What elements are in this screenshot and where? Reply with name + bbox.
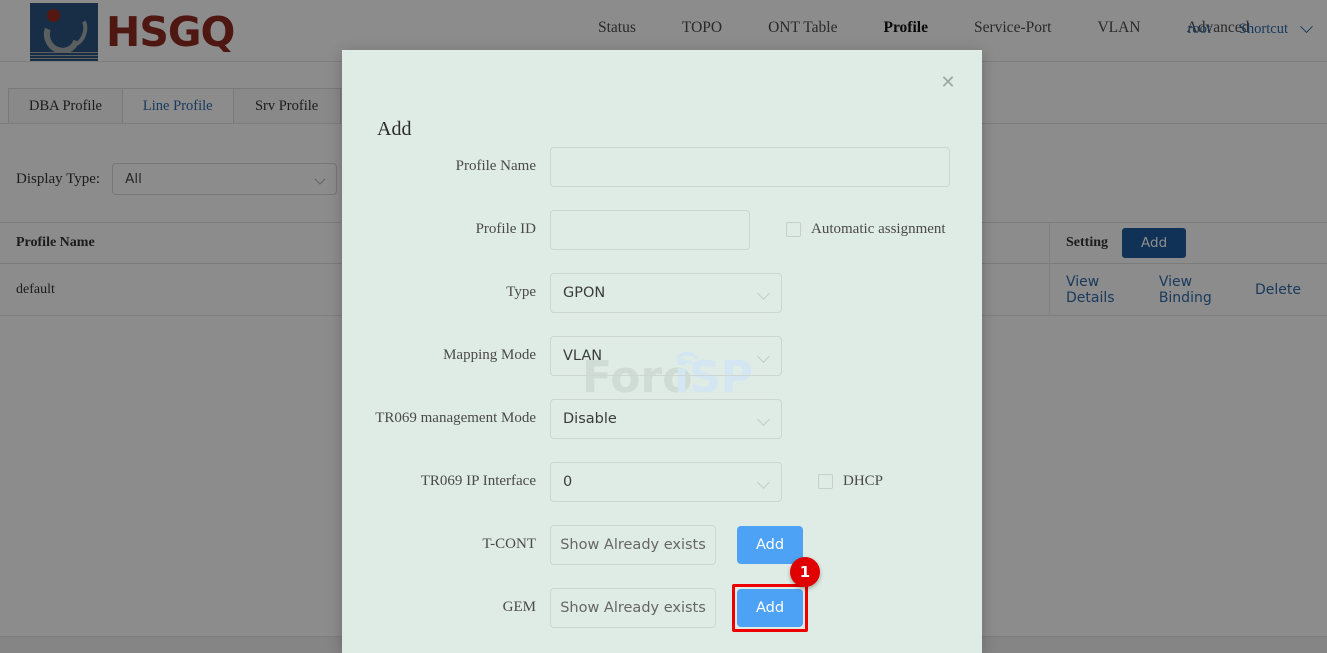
form-row-type: Type GPON (342, 261, 982, 324)
automatic-assignment-group: Automatic assignment (786, 221, 946, 238)
label-gem: GEM (502, 599, 536, 615)
dhcp-group: DHCP (818, 473, 883, 490)
gem-show-existing-button[interactable]: Show Already exists (550, 587, 716, 628)
dhcp-checkbox[interactable] (818, 474, 833, 489)
chevron-down-icon (757, 475, 770, 489)
tcont-show-existing-button[interactable]: Show Already exists (550, 524, 716, 565)
label-tr069-management-mode: TR069 management Mode (375, 410, 536, 426)
type-select[interactable]: GPON (550, 272, 782, 313)
label-tr069-ip-interface: TR069 IP Interface (420, 473, 536, 489)
tr069-ip-interface-select[interactable]: 0 (550, 461, 782, 502)
form-row-profile-name: Profile Name (342, 135, 982, 198)
chevron-down-icon (757, 286, 770, 300)
tr069-management-mode-value: Disable (563, 410, 617, 427)
automatic-assignment-label: Automatic assignment (811, 221, 946, 237)
annotation-badge: 1 (790, 556, 820, 587)
gem-add-highlight-wrapper: Add 1 (732, 556, 820, 632)
type-value: GPON (563, 284, 606, 301)
chevron-down-icon (757, 412, 770, 426)
automatic-assignment-checkbox[interactable] (786, 222, 801, 237)
form-row-gem: GEM Show Already exists Add 1 (342, 556, 982, 639)
form-row-tr069-management-mode: TR069 management Mode Disable (342, 387, 982, 450)
dhcp-label: DHCP (843, 473, 884, 489)
tcont-add-button[interactable]: Add (737, 525, 803, 564)
add-line-profile-dialog: Foro iSP Add ✕ Profile Name Profile ID A… (342, 50, 982, 653)
mapping-mode-value: VLAN (563, 347, 603, 364)
form-row-profile-id: Profile ID Automatic assignment (342, 198, 982, 261)
profile-name-input[interactable] (550, 146, 950, 187)
label-type: Type (506, 284, 536, 300)
profile-id-input[interactable] (550, 209, 750, 250)
label-tcont: T-CONT (482, 536, 536, 552)
label-mapping-mode: Mapping Mode (443, 347, 536, 363)
close-icon[interactable]: ✕ (934, 68, 962, 96)
label-profile-id: Profile ID (475, 221, 536, 237)
tr069-ip-interface-value: 0 (563, 473, 573, 490)
tr069-management-mode-select[interactable]: Disable (550, 398, 782, 439)
label-profile-name: Profile Name (455, 158, 536, 174)
form-row-mapping-mode: Mapping Mode VLAN (342, 324, 982, 387)
form-row-tcont: T-CONT Show Already exists Add (342, 513, 982, 576)
app-root: HSGQ Status TOPO ONT Table Profile Servi… (0, 0, 1327, 653)
add-profile-form: Profile Name Profile ID Automatic assign… (342, 135, 982, 639)
mapping-mode-select[interactable]: VLAN (550, 335, 782, 376)
form-row-tr069-ip-interface: TR069 IP Interface 0 DHCP (342, 450, 982, 513)
gem-add-button[interactable]: Add (737, 588, 803, 627)
chevron-down-icon (757, 349, 770, 363)
